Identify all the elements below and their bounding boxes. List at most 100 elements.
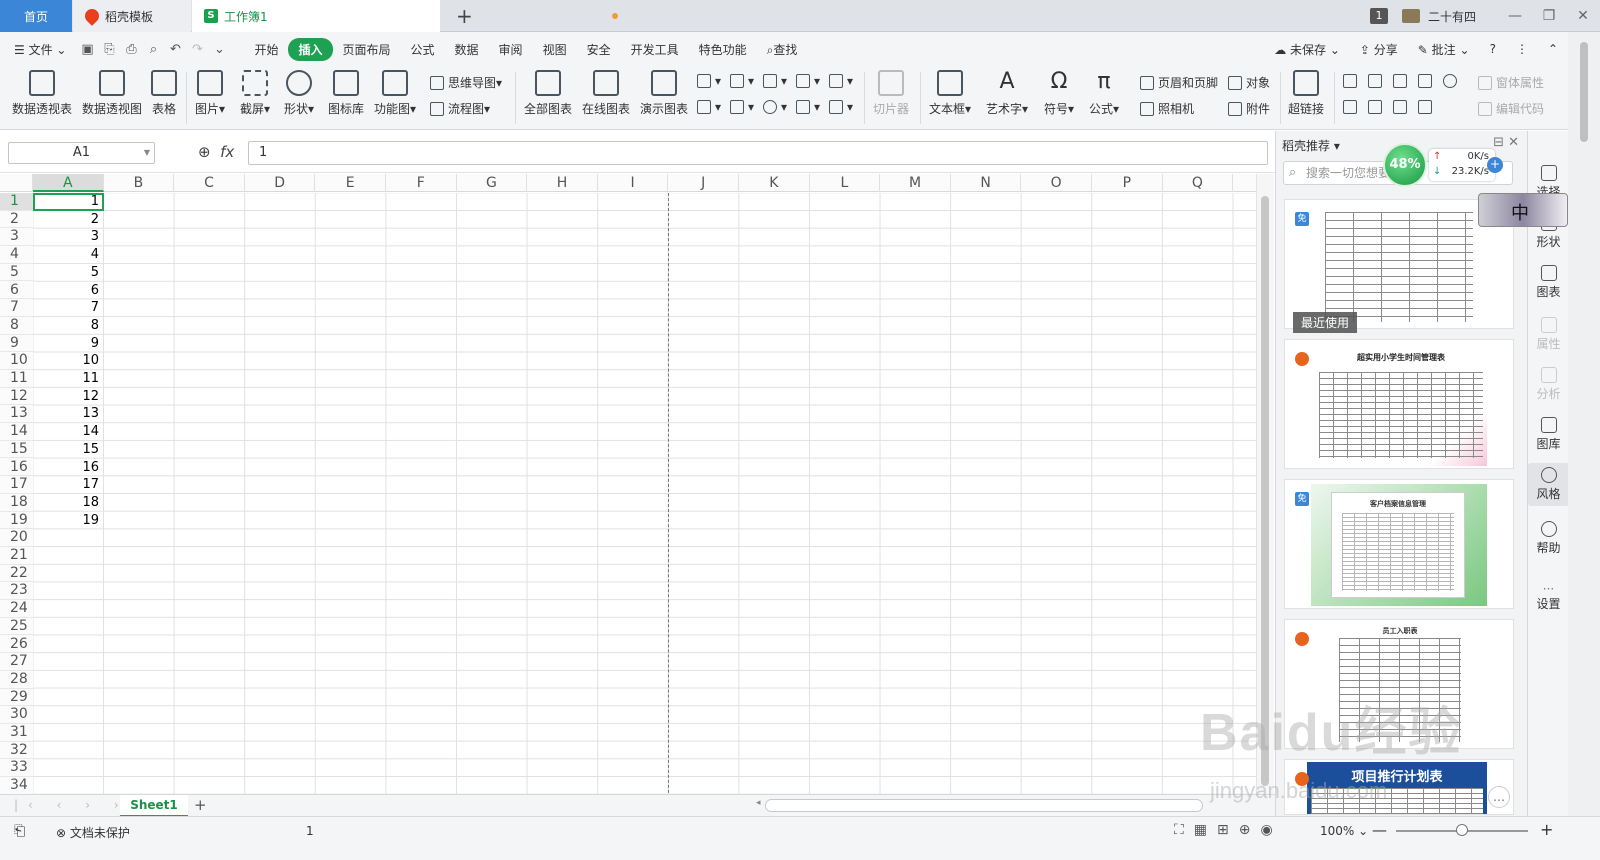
row-header[interactable]: 32 xyxy=(0,742,33,760)
cell-value[interactable]: 4 xyxy=(33,246,103,264)
row-header[interactable]: 27 xyxy=(0,653,33,671)
row-header[interactable]: 7 xyxy=(0,299,33,317)
scatter-chart-dropdown[interactable]: ▾ xyxy=(796,100,820,114)
chevron-down-icon[interactable]: ▼ xyxy=(144,143,150,163)
column-header[interactable]: F xyxy=(386,174,457,192)
column-header[interactable]: B xyxy=(104,174,175,192)
row-header[interactable]: 33 xyxy=(0,759,33,778)
cell-area[interactable] xyxy=(33,193,1256,794)
row-header[interactable]: 24 xyxy=(0,600,33,618)
icon-library-button[interactable]: 图标库 xyxy=(328,70,364,117)
menu-developer[interactable]: 开发工具 xyxy=(621,41,689,58)
combo-chart-dropdown[interactable]: ▾ xyxy=(730,100,754,114)
cell-value[interactable]: 12 xyxy=(33,388,103,406)
row-header[interactable]: 10 xyxy=(0,352,33,370)
new-tab-button[interactable]: + xyxy=(456,4,473,28)
row-header[interactable]: 4 xyxy=(0,246,33,264)
row-header[interactable]: 23 xyxy=(0,582,33,601)
wordart-button[interactable]: A 艺术字▾ xyxy=(986,70,1028,117)
ime-toolbar[interactable]: 中 xyxy=(1478,193,1568,227)
minimize-button[interactable]: — xyxy=(1498,8,1532,24)
textbox-button[interactable]: 文本框▾ xyxy=(929,70,971,117)
spinner-control[interactable] xyxy=(1418,100,1436,114)
groupbox-control[interactable] xyxy=(1368,74,1386,88)
share-button[interactable]: ⇪ 分享 xyxy=(1350,41,1408,58)
row-header[interactable]: 29 xyxy=(0,689,33,707)
form-properties-button[interactable]: 窗体属性 xyxy=(1478,74,1544,91)
pane-title[interactable]: 稻壳推荐 ▾ xyxy=(1282,137,1340,154)
side-analysis[interactable]: 分析 xyxy=(1528,367,1569,402)
row-header[interactable]: 9 xyxy=(0,335,33,353)
column-header[interactable]: N xyxy=(951,174,1022,192)
side-style[interactable]: 风格 xyxy=(1528,463,1569,506)
slicer-button[interactable]: 切片器 xyxy=(873,70,909,117)
help-icon[interactable]: ? xyxy=(1480,42,1506,56)
cell-value[interactable]: 15 xyxy=(33,441,103,459)
column-header[interactable]: L xyxy=(810,174,881,192)
row-header[interactable]: 30 xyxy=(0,706,33,724)
zoom-formula-icon[interactable]: ⊕ xyxy=(198,143,211,161)
side-help[interactable]: 帮助 xyxy=(1528,521,1569,556)
row-header[interactable]: 17 xyxy=(0,476,33,494)
row-header[interactable]: 18 xyxy=(0,494,33,512)
screenshot-button[interactable]: 截屏▾ xyxy=(240,70,270,117)
cell-value[interactable]: 19 xyxy=(33,512,103,530)
cell-value[interactable]: 3 xyxy=(33,228,103,246)
tab-home[interactable]: 首页 xyxy=(0,0,72,32)
zoom-out-button[interactable]: — xyxy=(1372,821,1387,839)
cell-value[interactable]: 9 xyxy=(33,335,103,353)
row-header[interactable]: 25 xyxy=(0,618,33,636)
row-header[interactable]: 8 xyxy=(0,317,33,335)
save-icon[interactable]: ▣ xyxy=(78,40,96,58)
column-header[interactable]: K xyxy=(739,174,810,192)
row-header[interactable]: 5 xyxy=(0,264,33,282)
online-chart-button[interactable]: 在线图表 xyxy=(582,70,630,117)
cell-value[interactable]: 5 xyxy=(33,264,103,282)
row-header[interactable]: 31 xyxy=(0,724,33,742)
column-header[interactable]: A xyxy=(33,174,104,192)
more-icon[interactable]: ⋮ xyxy=(1506,42,1538,56)
column-header[interactable]: O xyxy=(1021,174,1092,192)
maximize-button[interactable]: ❐ xyxy=(1532,8,1566,24)
side-gallery[interactable]: 图库 xyxy=(1528,417,1569,452)
formula-input[interactable]: 1 xyxy=(248,141,1268,165)
column-header[interactable]: P xyxy=(1092,174,1163,192)
undo-icon[interactable]: ↶ xyxy=(166,40,184,58)
tab-docer-template[interactable]: 稻壳模板 xyxy=(73,0,191,32)
menu-special[interactable]: 特色功能 xyxy=(689,41,757,58)
equation-button[interactable]: π 公式▾ xyxy=(1089,70,1119,117)
row-header[interactable]: 6 xyxy=(0,282,33,300)
menu-data[interactable]: 数据 xyxy=(445,41,489,58)
window-scroll-thumb[interactable] xyxy=(1580,42,1588,142)
all-charts-button[interactable]: 全部图表 xyxy=(524,70,572,117)
column-header[interactable]: E xyxy=(315,174,386,192)
zoom-level[interactable]: 100% ⌄ xyxy=(1320,824,1368,838)
menu-insert[interactable]: 插入 xyxy=(288,37,333,61)
row-header[interactable]: 34 xyxy=(0,777,33,794)
label-control[interactable] xyxy=(1343,74,1361,88)
object-button[interactable]: 对象 xyxy=(1228,74,1270,91)
print-preview-icon[interactable]: ⌕ xyxy=(144,40,162,58)
template-card[interactable]: 客户档案信息管理 免 xyxy=(1284,479,1514,609)
row-header[interactable]: 12 xyxy=(0,388,33,406)
side-chart[interactable]: 图表 xyxy=(1528,265,1569,300)
row-header[interactable]: 11 xyxy=(0,370,33,388)
bar-chart-dropdown[interactable]: ▾ xyxy=(730,74,754,88)
symbol-button[interactable]: Ω 符号▾ xyxy=(1044,70,1074,117)
menu-start[interactable]: 开始 xyxy=(244,41,288,58)
search-command[interactable]: ⌕查找 xyxy=(757,41,808,58)
menu-formula[interactable]: 公式 xyxy=(401,41,445,58)
user-name[interactable]: 二十有四 xyxy=(1428,8,1476,25)
stock-chart-dropdown[interactable]: ▾ xyxy=(697,100,721,114)
attachment-button[interactable]: 附件 xyxy=(1228,100,1270,117)
row-header[interactable]: 15 xyxy=(0,441,33,459)
flowchart-button[interactable]: 流程图 ▾ xyxy=(430,100,490,117)
menu-view[interactable]: 视图 xyxy=(533,41,577,58)
listbox-control[interactable] xyxy=(1343,100,1361,114)
pie-chart-dropdown[interactable]: ▾ xyxy=(763,100,787,114)
zoom-slider-thumb[interactable] xyxy=(1456,824,1468,836)
cell-value[interactable]: 8 xyxy=(33,317,103,335)
view-mode-icons[interactable]: ⛶▦⊞⊕◉ xyxy=(1174,822,1283,838)
row-header[interactable]: 1 xyxy=(0,193,33,211)
comment-button[interactable]: ✎ 批注 ⌄ xyxy=(1408,41,1480,58)
